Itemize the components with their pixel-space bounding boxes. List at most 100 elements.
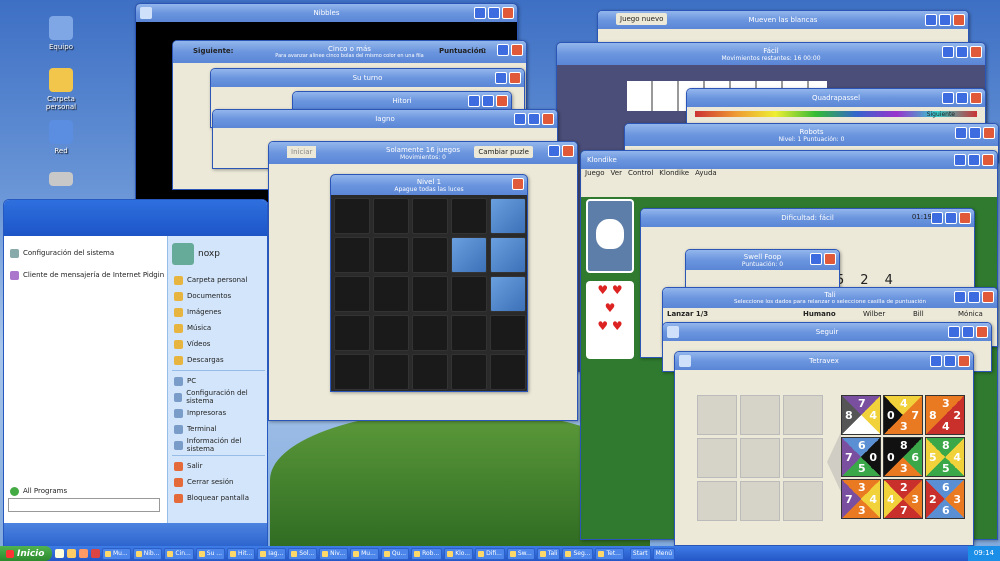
menu-control[interactable]: Control bbox=[628, 169, 653, 180]
minimize-button[interactable] bbox=[954, 154, 966, 166]
tetravex-tile[interactable]: 3437 bbox=[841, 479, 881, 519]
light-cell[interactable] bbox=[490, 198, 526, 234]
window-quadrapassel[interactable]: Quadrapassel Siguiente bbox=[686, 88, 986, 128]
minimize-button[interactable] bbox=[925, 14, 937, 26]
tetravex-tile[interactable]: 2374 bbox=[883, 479, 923, 519]
light-cell[interactable] bbox=[334, 198, 370, 234]
light-cell[interactable] bbox=[412, 276, 448, 312]
move-arrow-icon[interactable] bbox=[827, 432, 841, 492]
taskbar-item[interactable]: Niv... bbox=[319, 547, 349, 560]
maximize-button[interactable] bbox=[969, 127, 981, 139]
light-cell[interactable] bbox=[490, 315, 526, 351]
minimize-button[interactable] bbox=[942, 92, 954, 104]
minimize-button[interactable] bbox=[482, 95, 494, 107]
maximize-button[interactable] bbox=[945, 212, 957, 224]
light-cell[interactable] bbox=[334, 276, 370, 312]
tetravex-tile[interactable]: 8630 bbox=[883, 437, 923, 477]
menu-button[interactable] bbox=[468, 95, 480, 107]
light-cell[interactable] bbox=[412, 315, 448, 351]
light-cell[interactable] bbox=[373, 354, 409, 390]
menu-item-places[interactable]: Música bbox=[168, 320, 267, 336]
tetravex-tile[interactable]: 8455 bbox=[925, 437, 965, 477]
taskbar-item[interactable]: Cin... bbox=[164, 547, 194, 560]
sudoku-cell[interactable]: 2 bbox=[860, 273, 868, 288]
change-puzzle-button[interactable]: Cambiar puzle bbox=[474, 146, 533, 158]
light-cell[interactable] bbox=[451, 237, 487, 273]
taskbar-item[interactable]: Nib... bbox=[132, 547, 163, 560]
maximize-button[interactable] bbox=[528, 113, 540, 125]
menu-item-system[interactable]: Configuración del sistema bbox=[168, 389, 267, 405]
menu-item-places[interactable]: Vídeos bbox=[168, 336, 267, 352]
minimize-button[interactable] bbox=[497, 44, 509, 56]
empty-slot[interactable] bbox=[783, 395, 823, 435]
tetravex-tile[interactable]: 6057 bbox=[841, 437, 881, 477]
quicklaunch-icon[interactable] bbox=[67, 549, 76, 558]
close-button[interactable] bbox=[970, 46, 982, 58]
taskbar-item[interactable]: Hit... bbox=[227, 547, 256, 560]
window-lights-off[interactable]: Nivel 1 Apague todas las luces bbox=[330, 174, 528, 392]
maximize-button[interactable] bbox=[968, 291, 980, 303]
maximize-button[interactable] bbox=[956, 46, 968, 58]
minimize-button[interactable] bbox=[495, 72, 507, 84]
quicklaunch-icon[interactable] bbox=[91, 549, 100, 558]
light-cell[interactable] bbox=[490, 276, 526, 312]
empty-slot[interactable] bbox=[740, 481, 780, 521]
menu-item-system[interactable]: PC bbox=[168, 373, 267, 389]
tetravex-tile[interactable]: 4730 bbox=[883, 395, 923, 435]
close-button[interactable] bbox=[983, 127, 995, 139]
taskbar-item[interactable]: Qu... bbox=[380, 547, 410, 560]
light-cell[interactable] bbox=[451, 315, 487, 351]
taskbar-item[interactable]: Iag... bbox=[257, 547, 287, 560]
tray-menu-button[interactable]: Menú bbox=[652, 547, 676, 560]
desktop-icon-home[interactable]: Carpeta personal bbox=[31, 68, 91, 111]
light-cell[interactable] bbox=[373, 276, 409, 312]
light-cell[interactable] bbox=[451, 276, 487, 312]
close-button[interactable] bbox=[982, 291, 994, 303]
window-swellfoop[interactable]: Swell Foop Puntuación: 0 bbox=[685, 249, 840, 289]
close-button[interactable] bbox=[496, 95, 508, 107]
taskbar-item[interactable]: Mu... bbox=[350, 547, 379, 560]
quicklaunch-icon[interactable] bbox=[55, 549, 64, 558]
start-button[interactable]: Iniciar bbox=[287, 146, 317, 158]
taskbar-item[interactable]: Su ... bbox=[195, 547, 226, 560]
menu-item-session[interactable]: Salir bbox=[168, 458, 267, 474]
tetravex-tile[interactable]: 6362 bbox=[925, 479, 965, 519]
minimize-button[interactable] bbox=[948, 326, 960, 338]
close-button[interactable] bbox=[542, 113, 554, 125]
taskbar-item[interactable]: Klo... bbox=[444, 547, 474, 560]
maximize-button[interactable] bbox=[944, 355, 956, 367]
menu-item-system[interactable]: Terminal bbox=[168, 421, 267, 437]
maximize-button[interactable] bbox=[968, 154, 980, 166]
menu-juego[interactable]: Juego bbox=[585, 169, 605, 180]
menu-item-system[interactable]: Información del sistema bbox=[168, 437, 267, 453]
search-input[interactable] bbox=[8, 498, 160, 512]
close-button[interactable] bbox=[511, 44, 523, 56]
close-button[interactable] bbox=[958, 355, 970, 367]
minimize-button[interactable] bbox=[942, 46, 954, 58]
menu-item-session[interactable]: Cerrar sesión bbox=[168, 474, 267, 490]
minimize-button[interactable] bbox=[955, 127, 967, 139]
taskbar-item[interactable]: Tet... bbox=[595, 547, 624, 560]
minimize-button[interactable] bbox=[474, 7, 486, 19]
light-cell[interactable] bbox=[490, 237, 526, 273]
empty-slot[interactable] bbox=[783, 481, 823, 521]
new-game-button[interactable]: Juego nuevo bbox=[616, 13, 668, 25]
light-cell[interactable] bbox=[334, 315, 370, 351]
close-button[interactable] bbox=[824, 253, 836, 265]
sudoku-cell[interactable]: 4 bbox=[885, 273, 893, 288]
minimize-button[interactable] bbox=[931, 212, 943, 224]
light-cell[interactable] bbox=[373, 198, 409, 234]
taskbar-item[interactable]: Tali bbox=[536, 547, 561, 560]
maximize-button[interactable] bbox=[962, 326, 974, 338]
minimize-button[interactable] bbox=[514, 113, 526, 125]
close-button[interactable] bbox=[959, 212, 971, 224]
pinned-item[interactable]: Configuración del sistema bbox=[4, 242, 167, 264]
light-cell[interactable] bbox=[412, 354, 448, 390]
empty-slot[interactable] bbox=[697, 395, 737, 435]
empty-slot[interactable] bbox=[740, 438, 780, 478]
minimize-button[interactable] bbox=[930, 355, 942, 367]
desktop-icon-network[interactable]: Red bbox=[31, 120, 91, 155]
empty-slot[interactable] bbox=[783, 438, 823, 478]
close-button[interactable] bbox=[512, 178, 524, 190]
menu-ayuda[interactable]: Ayuda bbox=[695, 169, 717, 180]
